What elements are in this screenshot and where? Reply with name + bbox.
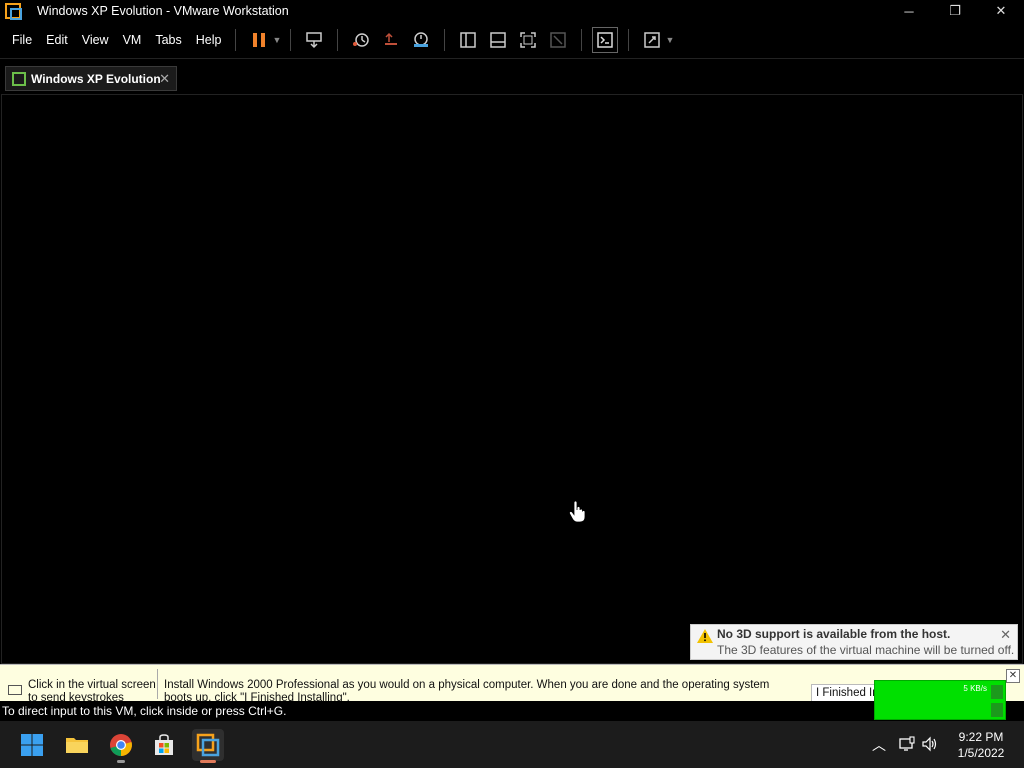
chrome-icon[interactable] <box>105 729 137 763</box>
hint-divider <box>157 669 158 699</box>
window-controls: ─ ❐ ✕ <box>886 0 1024 22</box>
fullscreen-icon[interactable] <box>515 27 541 53</box>
unity-icon[interactable] <box>545 27 571 53</box>
menu-vm[interactable]: VM <box>117 33 148 47</box>
power-dropdown-icon[interactable]: ▼ <box>272 35 282 45</box>
network-icon[interactable] <box>899 736 915 752</box>
toolbar-separator <box>235 29 237 51</box>
status-bar: To direct input to this VM, click inside… <box>0 701 874 721</box>
hint-click-text: Click in the virtual screen to send keys… <box>28 679 156 701</box>
vm-tab-strip: Windows XP Evolution ✕ <box>0 58 1024 94</box>
revert-snapshot-icon[interactable] <box>378 27 404 53</box>
window-title: Windows XP Evolution - VMware Workstatio… <box>37 4 289 18</box>
menu-view[interactable]: View <box>76 33 115 47</box>
send-ctrl-alt-del-icon[interactable] <box>301 27 327 53</box>
tab-close-icon[interactable]: ✕ <box>159 71 170 87</box>
install-hint-bar: Click in the virtual screen to send keys… <box>0 664 1024 701</box>
hand-cursor-icon <box>569 501 585 523</box>
vmware-app-icon <box>5 3 22 20</box>
menu-tabs[interactable]: Tabs <box>149 33 187 47</box>
restore-button[interactable]: ❐ <box>932 0 978 22</box>
file-explorer-icon[interactable] <box>61 729 93 761</box>
menu-help[interactable]: Help <box>190 33 228 47</box>
clock-date: 1/5/2022 <box>957 746 1005 760</box>
hint-close-icon[interactable]: ✕ <box>1006 669 1020 683</box>
toolbar-separator <box>444 29 446 51</box>
stretch-dropdown-icon[interactable]: ▼ <box>665 35 675 45</box>
warning-icon <box>697 629 713 643</box>
toolbar-separator <box>337 29 339 51</box>
microsoft-store-icon[interactable] <box>148 729 180 761</box>
vmware-running-indicator <box>200 760 216 763</box>
snapshot-manager-icon[interactable] <box>408 27 434 53</box>
notice-text: The 3D features of the virtual machine w… <box>717 643 1015 657</box>
download-arrow-icon <box>991 703 1003 717</box>
toolbar-separator <box>628 29 630 51</box>
upload-arrow-icon <box>991 685 1003 699</box>
title-bar: Windows XP Evolution - VMware Workstatio… <box>0 0 1024 22</box>
windows-start-icon[interactable] <box>16 729 48 761</box>
menu-file[interactable]: File <box>6 33 38 47</box>
vm-tab[interactable]: Windows XP Evolution ✕ <box>5 66 177 91</box>
vm-console-screen[interactable] <box>1 94 1023 664</box>
menu-edit[interactable]: Edit <box>40 33 74 47</box>
notice-close-icon[interactable]: ✕ <box>1000 627 1011 643</box>
close-button[interactable]: ✕ <box>978 0 1024 22</box>
no-3d-support-notice: No 3D support is available from the host… <box>690 624 1018 660</box>
snapshot-icon[interactable] <box>348 27 374 53</box>
volume-icon[interactable] <box>922 736 938 752</box>
stretch-icon[interactable] <box>639 27 665 53</box>
network-speed-value: 5 KB/s <box>963 684 987 693</box>
toolbar-separator <box>290 29 292 51</box>
library-view-icon[interactable] <box>455 27 481 53</box>
vmware-workstation-icon[interactable] <box>192 729 224 763</box>
clock-time: 9:22 PM <box>958 730 1004 744</box>
finished-installing-button[interactable]: I Finished Installing <box>811 684 881 701</box>
minimize-button[interactable]: ─ <box>886 0 932 22</box>
hint-install-text: Install Windows 2000 Professional as you… <box>164 679 770 701</box>
chrome-running-indicator <box>117 760 125 763</box>
toolbar-separator <box>581 29 583 51</box>
network-speed-widget: 5 KB/s <box>874 680 1006 720</box>
menu-toolbar: File Edit View VM Tabs Help ▼ ▼ <box>0 22 1024 58</box>
console-view-icon[interactable] <box>592 27 619 53</box>
system-clock[interactable]: 9:22 PM 1/5/2022 <box>946 729 1016 761</box>
thumbnail-bar-icon[interactable] <box>485 27 511 53</box>
vm-running-icon <box>12 71 26 86</box>
windows-taskbar: ︿ 9:22 PM 1/5/2022 <box>0 721 1024 768</box>
pause-icon[interactable] <box>246 27 272 53</box>
tray-overflow-chevron-icon[interactable]: ︿ <box>872 735 886 755</box>
keyboard-icon <box>8 685 22 695</box>
vm-tab-label: Windows XP Evolution <box>31 71 161 86</box>
notice-title: No 3D support is available from the host… <box>717 627 951 641</box>
